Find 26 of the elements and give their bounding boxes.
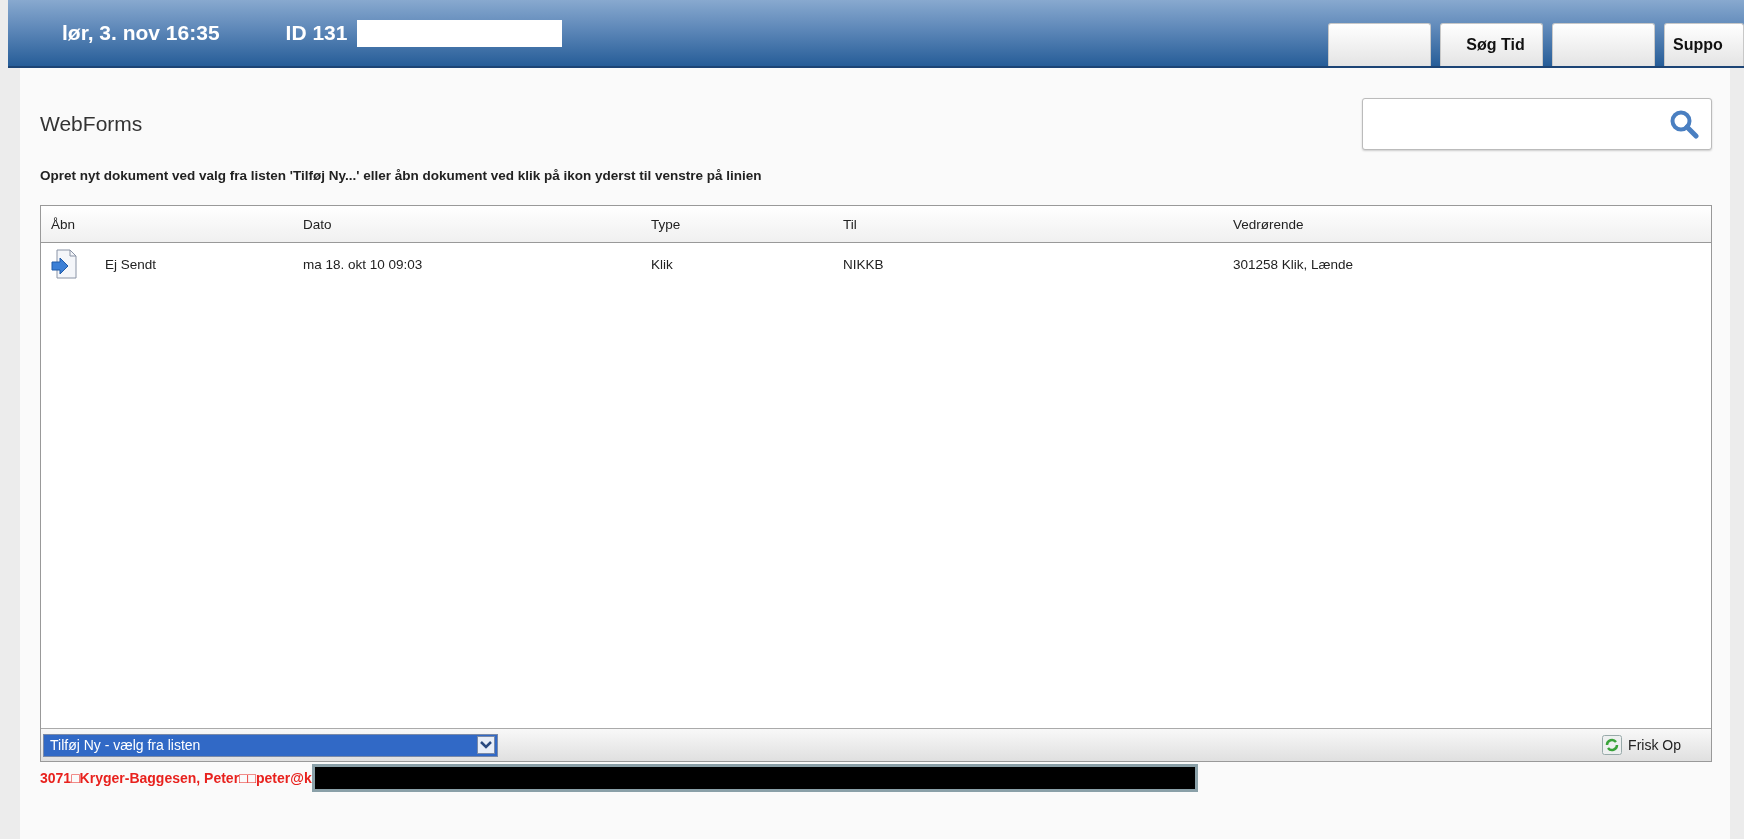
top-button[interactable]: Suppo — [1664, 23, 1744, 66]
top-button[interactable] — [1552, 23, 1655, 66]
table-cell-text: Klik — [650, 256, 674, 272]
refresh-icon[interactable] — [1602, 735, 1623, 755]
top-button[interactable] — [1328, 23, 1431, 66]
table-cell-text: 301258 Klik, Lænde — [1232, 256, 1355, 272]
add-new-dropdown[interactable]: Tilføj Ny - vælg fra listen — [43, 733, 498, 757]
column-header: Dato — [302, 216, 333, 232]
user-info: 3071□Kryger-Baggesen, Peter□□peter@k — [40, 770, 312, 786]
column-header: Vedrørende — [1232, 216, 1305, 232]
document-arrow-icon[interactable] — [51, 249, 77, 279]
table-cell: Ej Sendt — [105, 256, 157, 272]
instruction-text: Opret nyt dokument ved valg fra listen 'Tilføj Ny...' eller åbn dokument ved klik på ikon yderst til venstre på linien — [40, 168, 763, 183]
caret-icon — [477, 736, 495, 754]
date-time: lør, 3. nov 16:35 — [62, 21, 220, 45]
search-field[interactable] — [1362, 98, 1712, 150]
column-header: Åbn — [50, 216, 77, 232]
table-cell-text: NIKKB — [842, 256, 885, 272]
refresh-link[interactable]: Frisk Op — [1628, 737, 1681, 753]
column-header: Til — [842, 216, 858, 232]
search-icon — [1669, 109, 1699, 139]
top-button[interactable]: Søg Tid — [1440, 23, 1543, 66]
id-label: ID 131 — [285, 21, 348, 45]
page-title: WebForms — [40, 112, 143, 136]
table-cell-text: ma 18. okt 10 09:03 — [302, 256, 424, 272]
column-header: Type — [650, 216, 682, 232]
